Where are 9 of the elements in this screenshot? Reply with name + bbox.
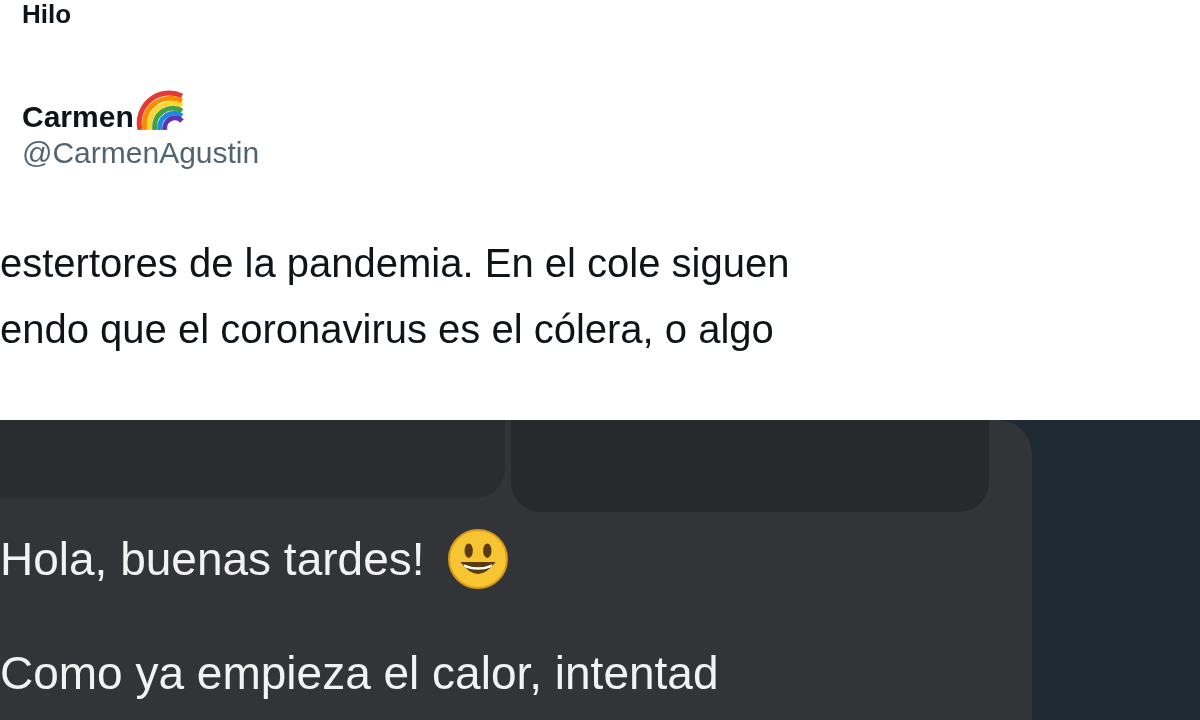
- tweet-text: estertores de la pandemia. En el cole siguen: [0, 240, 791, 287]
- author-name[interactable]: Carmen: [22, 100, 134, 134]
- thread-title: Hilo: [21, 0, 73, 28]
- author-handle[interactable]: @CarmenAgustin: [22, 136, 1200, 170]
- message-text: Hola, buenas tardes!: [0, 532, 425, 586]
- rainbow-icon: [135, 90, 186, 130]
- smiley-icon: [446, 528, 509, 590]
- message-text: Como ya empieza el calor, intentad: [0, 646, 719, 700]
- tweet-text: endo que el coronavirus es el cólera, o algo: [0, 306, 775, 353]
